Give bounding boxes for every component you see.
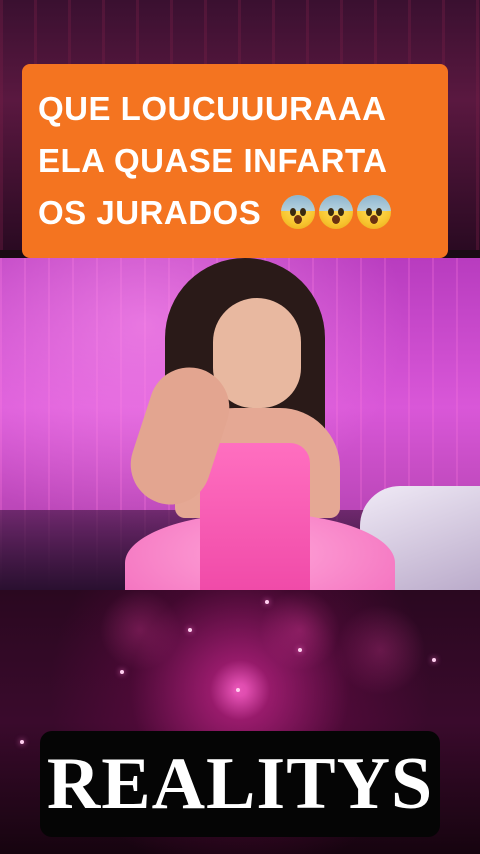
brand-title: REALITYS: [46, 742, 434, 825]
caption-line-2: ELA QUASE INFARTA: [38, 142, 388, 179]
fearful-face-emoji-icon: [280, 195, 315, 230]
caption-line-3: OS JURADOS: [38, 187, 448, 239]
caption-line-3-text: OS JURADOS: [38, 194, 262, 231]
sparkle: [236, 688, 240, 692]
sparkle: [265, 600, 269, 604]
sparkle: [120, 670, 124, 674]
caption-banner: QUE LOUCUUURAAA ELA QUASE INFARTA OS JUR…: [22, 64, 448, 258]
sparkle: [188, 628, 192, 632]
brand-banner: REALITYS: [40, 731, 440, 837]
video-frame[interactable]: [0, 258, 480, 590]
sparkle: [20, 740, 24, 744]
fearful-face-emoji-icon: [318, 195, 353, 230]
performer-dress: [200, 443, 310, 590]
sparkle: [432, 658, 436, 662]
caption-line-1: QUE LOUCUUURAAA: [38, 90, 387, 127]
fearful-face-emoji-icon: [356, 195, 391, 230]
sparkle: [298, 648, 302, 652]
